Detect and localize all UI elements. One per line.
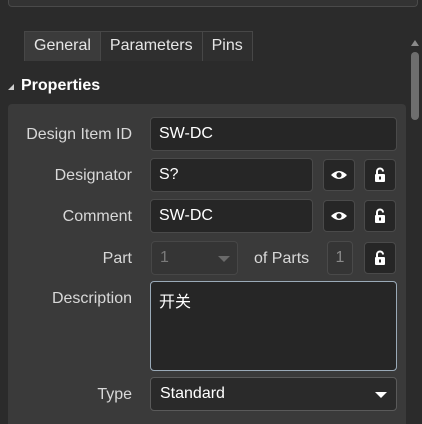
design-item-id-field[interactable]: SW-DC bbox=[150, 117, 397, 151]
designator-visibility-button[interactable] bbox=[323, 159, 355, 191]
part-lock-button[interactable] bbox=[364, 242, 396, 274]
eye-icon bbox=[331, 171, 347, 179]
properties-section-header[interactable]: Properties bbox=[8, 74, 100, 98]
description-label: Description bbox=[51, 290, 132, 307]
designator-label: Designator bbox=[54, 167, 132, 184]
comment-lock-button[interactable] bbox=[364, 200, 396, 232]
scroll-thumb[interactable] bbox=[411, 52, 419, 120]
vertical-scrollbar[interactable] bbox=[408, 30, 422, 424]
part-value: 1 bbox=[160, 249, 169, 266]
top-strip bbox=[8, 0, 418, 7]
design-item-id-label: Design Item ID bbox=[26, 126, 132, 143]
unlock-icon bbox=[375, 208, 385, 223]
tab-general[interactable]: General bbox=[24, 31, 101, 61]
type-select[interactable]: Standard bbox=[150, 377, 397, 411]
parts-count: 1 bbox=[327, 241, 353, 275]
tab-parameters[interactable]: Parameters bbox=[100, 31, 203, 61]
comment-label: Comment bbox=[62, 208, 132, 225]
type-label: Type bbox=[97, 386, 132, 403]
part-label: Part bbox=[102, 250, 132, 267]
tab-pins[interactable]: Pins bbox=[202, 31, 253, 61]
collapse-triangle-icon[interactable] bbox=[8, 84, 14, 90]
part-select[interactable]: 1 bbox=[151, 241, 238, 275]
designator-field[interactable]: S? bbox=[150, 158, 313, 192]
designator-lock-button[interactable] bbox=[364, 159, 396, 191]
chevron-down-icon bbox=[375, 392, 387, 398]
unlock-icon bbox=[375, 250, 385, 265]
comment-field[interactable]: SW-DC bbox=[150, 199, 313, 233]
eye-icon bbox=[331, 212, 347, 220]
description-textarea[interactable]: 开关 bbox=[150, 281, 397, 371]
chevron-down-icon bbox=[218, 256, 230, 262]
scroll-up-icon[interactable] bbox=[411, 40, 419, 46]
type-value: Standard bbox=[160, 385, 225, 402]
section-title: Properties bbox=[21, 77, 101, 94]
comment-visibility-button[interactable] bbox=[323, 200, 355, 232]
unlock-icon bbox=[375, 167, 385, 182]
tab-bar: General Parameters Pins bbox=[24, 31, 253, 61]
of-parts-label: of Parts bbox=[254, 250, 310, 267]
